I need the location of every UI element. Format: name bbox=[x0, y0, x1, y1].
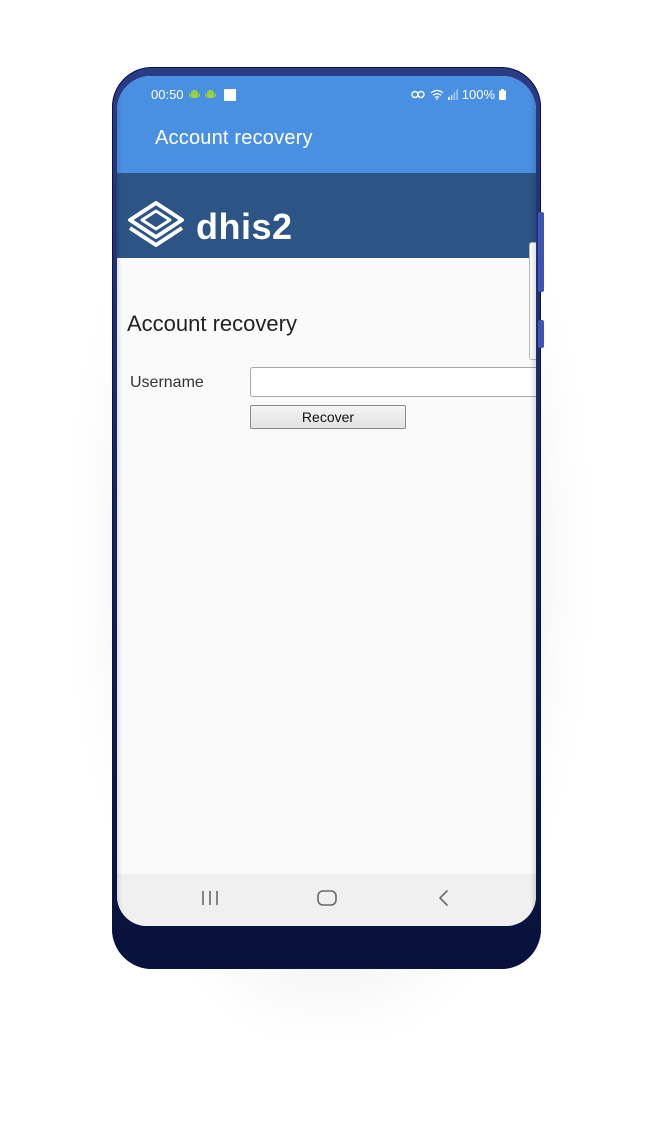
username-label: Username bbox=[130, 374, 204, 391]
power-button bbox=[538, 320, 544, 348]
notification-square-icon bbox=[223, 88, 236, 101]
recover-button[interactable]: Recover bbox=[250, 405, 406, 429]
dhis2-logo[interactable]: dhis2 bbox=[126, 200, 293, 253]
stage: 00:50 100% Account recovery dhis2 Accoun… bbox=[0, 0, 657, 1125]
home-button[interactable] bbox=[312, 886, 342, 910]
recents-button[interactable] bbox=[195, 886, 225, 910]
signal-icon bbox=[447, 89, 458, 100]
home-icon bbox=[317, 890, 337, 906]
battery-icon bbox=[499, 89, 506, 100]
app-bar-title: Account recovery bbox=[155, 127, 313, 149]
page-title: Account recovery bbox=[127, 311, 297, 336]
phone-screen: 00:50 100% Account recovery dhis2 Accoun… bbox=[117, 76, 536, 926]
dhis2-header: dhis2 bbox=[117, 173, 536, 258]
dhis2-logo-icon bbox=[126, 200, 186, 253]
username-input[interactable] bbox=[250, 367, 536, 397]
nav-bar bbox=[117, 874, 536, 926]
back-icon bbox=[439, 890, 448, 906]
app-bar: Account recovery bbox=[117, 106, 536, 173]
scrollbar[interactable] bbox=[529, 242, 536, 360]
battery-percent: 100% bbox=[461, 87, 495, 102]
status-bar: 00:50 100% bbox=[117, 76, 536, 106]
vpn-key-icon bbox=[411, 90, 426, 99]
back-button[interactable] bbox=[429, 886, 459, 910]
status-right: 100% bbox=[411, 87, 506, 102]
status-time: 00:50 bbox=[151, 87, 184, 102]
recents-icon bbox=[202, 891, 218, 905]
android-icon bbox=[188, 89, 200, 100]
dhis2-logo-text: dhis2 bbox=[196, 205, 293, 247]
wifi-icon bbox=[430, 89, 444, 100]
android-icon bbox=[204, 89, 216, 100]
status-left: 00:50 bbox=[151, 87, 236, 102]
volume-button bbox=[538, 212, 544, 292]
